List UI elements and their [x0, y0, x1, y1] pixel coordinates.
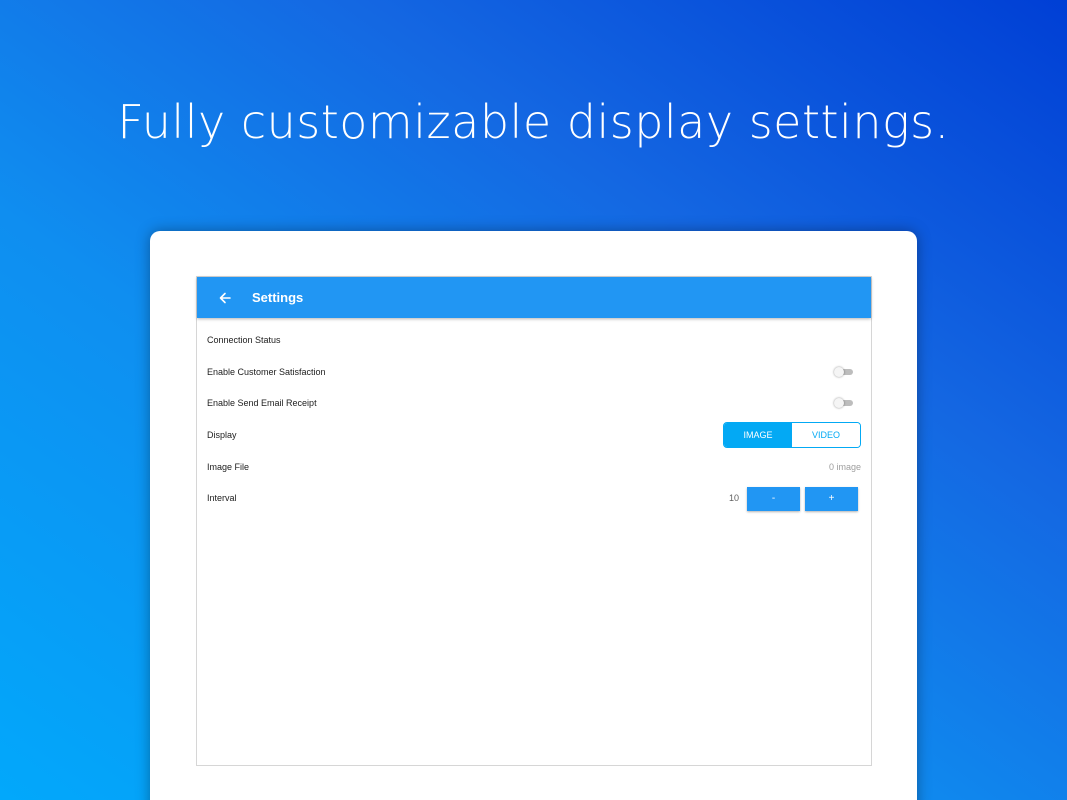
interval-row: Interval 10 - + — [197, 483, 871, 513]
settings-screen: Settings Connection Status Enable Custom… — [196, 276, 872, 766]
send-email-receipt-row: Enable Send Email Receipt — [197, 388, 871, 418]
toggle-thumb — [834, 398, 844, 408]
toggle-thumb — [834, 367, 844, 377]
customer-satisfaction-row: Enable Customer Satisfaction — [197, 357, 871, 387]
display-mode-selector: IMAGE VIDEO — [723, 422, 861, 448]
image-file-label: Image File — [207, 462, 250, 472]
send-email-receipt-label: Enable Send Email Receipt — [207, 398, 317, 408]
image-file-row[interactable]: Image File 0 image — [197, 452, 871, 482]
display-video-option[interactable]: VIDEO — [792, 423, 860, 447]
customer-satisfaction-toggle[interactable] — [834, 367, 854, 377]
connection-status-row[interactable]: Connection Status — [197, 325, 871, 355]
headline: Fully customizable display settings. — [117, 95, 950, 149]
connection-status-label: Connection Status — [207, 335, 281, 345]
interval-label: Interval — [207, 493, 237, 503]
display-label: Display — [207, 430, 237, 440]
interval-value: 10 — [728, 493, 739, 503]
display-image-option[interactable]: IMAGE — [724, 423, 792, 447]
tablet-frame: Settings Connection Status Enable Custom… — [150, 231, 917, 800]
interval-decrease-button[interactable]: - — [747, 487, 800, 511]
display-row: Display IMAGE VIDEO — [197, 420, 871, 450]
customer-satisfaction-label: Enable Customer Satisfaction — [207, 367, 326, 377]
app-bar: Settings — [197, 277, 871, 318]
send-email-receipt-toggle[interactable] — [834, 398, 854, 408]
image-file-count: 0 image — [828, 462, 861, 472]
arrow-left-icon[interactable] — [217, 290, 233, 306]
interval-increase-button[interactable]: + — [805, 487, 858, 511]
page-title: Settings — [252, 290, 304, 305]
